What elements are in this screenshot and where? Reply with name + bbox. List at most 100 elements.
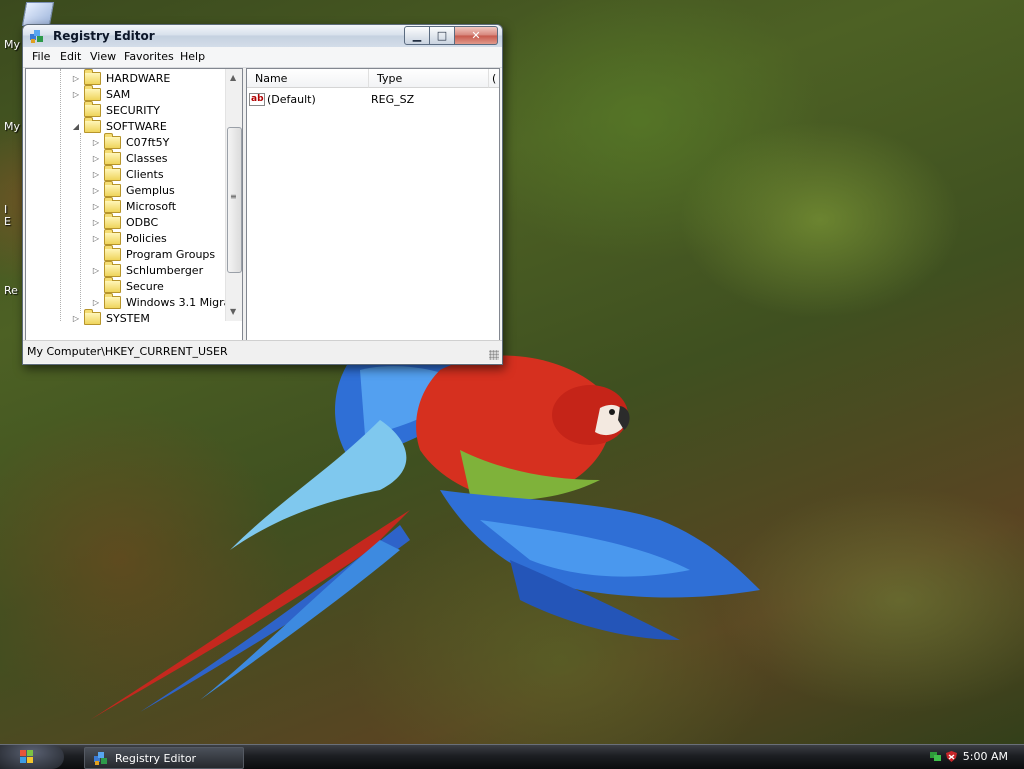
menu-view[interactable]: View — [90, 50, 116, 63]
status-bar: My Computer\HKEY_CURRENT_USER — [23, 340, 502, 363]
folder-icon — [104, 260, 121, 277]
tree-node[interactable]: ▷ C07ft5Y — [92, 132, 170, 150]
scroll-up-icon[interactable]: ▲ — [230, 73, 236, 82]
desktop-icon-label[interactable]: I E — [4, 204, 14, 228]
title-bar[interactable]: Registry Editor ▁ □ ✕ — [23, 25, 502, 47]
expand-arrow-icon[interactable]: ▷ — [92, 234, 100, 243]
caption-buttons: ▁ □ ✕ — [404, 26, 498, 45]
tree-node[interactable]: ▷ Gemplus — [92, 180, 175, 198]
tree-node[interactable]: ▷ HARDWARE — [72, 69, 171, 86]
value-name: (Default) — [267, 92, 316, 106]
expand-arrow-icon[interactable]: ▷ — [72, 74, 80, 83]
minimize-button[interactable]: ▁ — [404, 26, 430, 45]
menu-edit[interactable]: Edit — [60, 50, 81, 63]
registry-editor-icon — [94, 752, 107, 765]
security-shield-icon[interactable] — [945, 750, 958, 763]
tree-node[interactable]: ▷ Windows 3.1 Migrat — [92, 292, 235, 310]
value-type: REG_SZ — [371, 92, 415, 106]
taskbar: Registry Editor 5:00 AM — [0, 744, 1024, 769]
windows-logo-icon — [20, 750, 33, 763]
maximize-button[interactable]: □ — [430, 26, 455, 45]
expand-arrow-icon[interactable]: ▷ — [92, 186, 100, 195]
column-header-label: Type — [377, 71, 403, 85]
column-header-label: ( — [492, 71, 497, 85]
tree-node-label: Secure — [126, 279, 164, 293]
expand-arrow-icon[interactable]: ▷ — [92, 170, 100, 179]
expand-arrow-icon[interactable]: ▷ — [92, 202, 100, 211]
tree-node[interactable]: ▷ Schlumberger — [92, 260, 204, 278]
tree-vertical-scrollbar[interactable]: ▲ ≡ ▼ — [225, 69, 242, 321]
desktop-icon-label[interactable]: My — [4, 120, 20, 133]
resize-grip-icon[interactable] — [489, 350, 499, 360]
start-button[interactable] — [0, 745, 64, 769]
registry-editor-window[interactable]: Registry Editor ▁ □ ✕ File Edit View Fav… — [22, 24, 503, 365]
folder-icon — [104, 228, 121, 245]
menu-file[interactable]: File — [32, 50, 50, 63]
scroll-down-icon[interactable]: ▼ — [230, 307, 236, 316]
clock[interactable]: 5:00 AM — [963, 750, 1008, 763]
documents-icon — [21, 2, 55, 26]
menu-help[interactable]: Help — [180, 50, 205, 63]
tree-node[interactable]: ▷ Microsoft — [92, 196, 177, 214]
folder-icon — [84, 308, 101, 325]
column-header-data[interactable]: ( — [489, 69, 499, 88]
network-icon[interactable] — [929, 750, 942, 763]
tree-node[interactable]: ▷ Clients — [92, 164, 164, 182]
tree-node-label: Windows 3.1 Migrat — [126, 295, 235, 309]
folder-icon — [104, 244, 121, 261]
maximize-icon: □ — [436, 29, 448, 42]
key-tree-pane[interactable]: ▷ HARDWARE ▷ SAM SECURITY ◢ SOFTWARE ▷ C07ft5Y ▷ C… — [25, 68, 243, 362]
expand-arrow-icon[interactable]: ▷ — [92, 218, 100, 227]
tree-node[interactable]: Secure — [92, 276, 164, 294]
tree-node[interactable]: ▷ Policies — [92, 228, 167, 246]
expand-arrow-icon[interactable]: ▷ — [92, 298, 100, 307]
tree-node-label: Clients — [126, 167, 164, 181]
tree-node-label: SYSTEM — [106, 311, 150, 325]
folder-icon — [104, 180, 121, 197]
tree-node-label: SOFTWARE — [106, 119, 167, 133]
tree-node[interactable]: ▷ SYSTEM — [72, 308, 150, 326]
folder-icon — [104, 212, 121, 229]
expand-arrow-icon[interactable]: ▷ — [92, 154, 100, 163]
folder-icon — [104, 164, 121, 181]
tree-node[interactable]: ▷ Classes — [92, 148, 168, 166]
tree-node-label: SAM — [106, 87, 131, 101]
expand-arrow-icon[interactable]: ▷ — [72, 314, 80, 323]
column-header-name[interactable]: Name — [247, 69, 369, 88]
close-button[interactable]: ✕ — [455, 26, 498, 45]
expand-arrow-icon[interactable]: ▷ — [92, 266, 100, 275]
expand-arrow-icon[interactable]: ▷ — [72, 90, 80, 99]
tree-guide-line — [60, 69, 61, 321]
collapse-arrow-icon[interactable]: ◢ — [72, 122, 80, 131]
folder-icon — [104, 148, 121, 165]
tree-node[interactable]: SECURITY — [72, 100, 160, 118]
tree-node-label: C07ft5Y — [126, 135, 170, 149]
tree-node-label: ODBC — [126, 215, 159, 229]
tree-node[interactable]: ▷ ODBC — [92, 212, 159, 230]
tree-node-label: Schlumberger — [126, 263, 204, 277]
parrot-image — [90, 349, 760, 720]
tree-node[interactable]: ◢ SOFTWARE — [72, 116, 167, 134]
close-icon: ✕ — [471, 29, 481, 42]
tree-node-label: Policies — [126, 231, 167, 245]
tree-node-label: Program Groups — [126, 247, 216, 261]
values-list-pane[interactable]: Name Type ( ab (Default) REG_SZ ◀ III ▶ — [246, 68, 500, 362]
taskbar-button-label: Registry Editor — [115, 752, 197, 765]
expand-arrow-icon[interactable]: ▷ — [92, 138, 100, 147]
tree-node[interactable]: Program Groups — [92, 244, 216, 262]
desktop-icon-label[interactable]: Re — [4, 284, 18, 297]
folder-icon — [84, 100, 101, 117]
minimize-icon: ▁ — [412, 29, 422, 42]
tree-node-label: Gemplus — [126, 183, 175, 197]
tree-node-label: Classes — [126, 151, 168, 165]
tree-node-label: HARDWARE — [106, 71, 171, 85]
column-header-type[interactable]: Type — [369, 69, 489, 88]
grip-icon: ≡ — [230, 192, 237, 201]
tree-node[interactable]: ▷ SAM — [72, 84, 131, 102]
taskbar-button-registry-editor[interactable]: Registry Editor — [84, 747, 244, 769]
folder-icon — [104, 132, 121, 149]
menu-favorites[interactable]: Favorites — [124, 50, 174, 63]
tree-vertical-scroll-thumb[interactable]: ≡ — [227, 127, 242, 273]
value-row[interactable]: ab (Default) REG_SZ — [249, 91, 414, 107]
tree-node-label: Microsoft — [126, 199, 177, 213]
